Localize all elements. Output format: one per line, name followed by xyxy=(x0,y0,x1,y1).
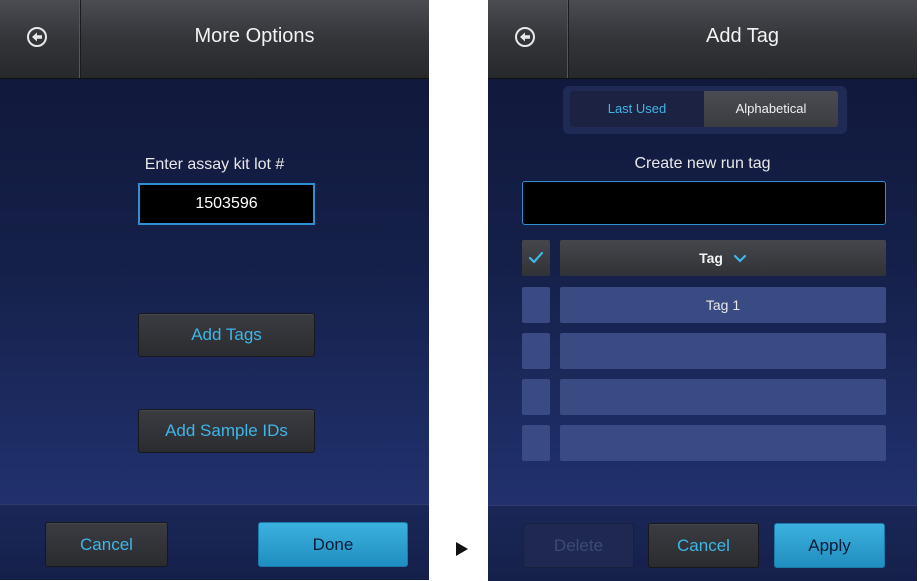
done-button[interactable]: Done xyxy=(258,522,408,567)
table-row[interactable] xyxy=(560,379,886,415)
apply-button[interactable]: Apply xyxy=(774,523,885,568)
select-all-checkbox[interactable] xyxy=(522,240,550,276)
lot-number-label: Enter assay kit lot # xyxy=(144,156,285,173)
row-checkbox[interactable] xyxy=(522,287,550,323)
add-tags-button[interactable]: Add Tags xyxy=(138,313,315,357)
table-row[interactable] xyxy=(560,333,886,369)
footer-bar: Delete Cancel Apply xyxy=(488,505,917,581)
checkmark-icon xyxy=(528,251,544,264)
back-arrow-icon[interactable] xyxy=(27,27,47,47)
table-row[interactable] xyxy=(560,425,886,461)
tag-column-header[interactable]: Tag xyxy=(560,240,886,276)
page-title: Add Tag xyxy=(705,25,780,47)
tab-last-used[interactable]: Last Used xyxy=(570,91,704,127)
header-bar: Add Tag xyxy=(488,0,917,79)
back-button[interactable] xyxy=(488,0,569,78)
row-checkbox[interactable] xyxy=(522,379,550,415)
create-tag-label: Create new run tag xyxy=(634,155,771,172)
back-button[interactable] xyxy=(0,0,81,78)
more-options-screen: More Options Enter assay kit lot # 15035… xyxy=(0,0,429,580)
cancel-button[interactable]: Cancel xyxy=(45,522,168,567)
tag-column-header-label: Tag xyxy=(699,250,723,266)
lot-number-input[interactable]: 1503596 xyxy=(138,183,315,225)
delete-button[interactable]: Delete xyxy=(523,523,634,568)
tab-alphabetical[interactable]: Alphabetical xyxy=(704,91,838,127)
back-arrow-icon[interactable] xyxy=(515,27,535,47)
chevron-down-icon xyxy=(733,255,746,263)
page-title: More Options xyxy=(194,25,315,47)
row-checkbox[interactable] xyxy=(522,425,550,461)
table-row[interactable]: Tag 1 xyxy=(560,287,886,323)
new-tag-input[interactable] xyxy=(522,181,886,225)
header-bar: More Options xyxy=(0,0,429,79)
sort-segmented-control: Last Used Alphabetical xyxy=(563,86,847,134)
add-sample-ids-button[interactable]: Add Sample IDs xyxy=(138,409,315,453)
flow-arrow-icon xyxy=(456,542,468,556)
row-checkbox[interactable] xyxy=(522,333,550,369)
cancel-button[interactable]: Cancel xyxy=(648,523,759,568)
footer-bar: Cancel Done xyxy=(0,504,429,580)
